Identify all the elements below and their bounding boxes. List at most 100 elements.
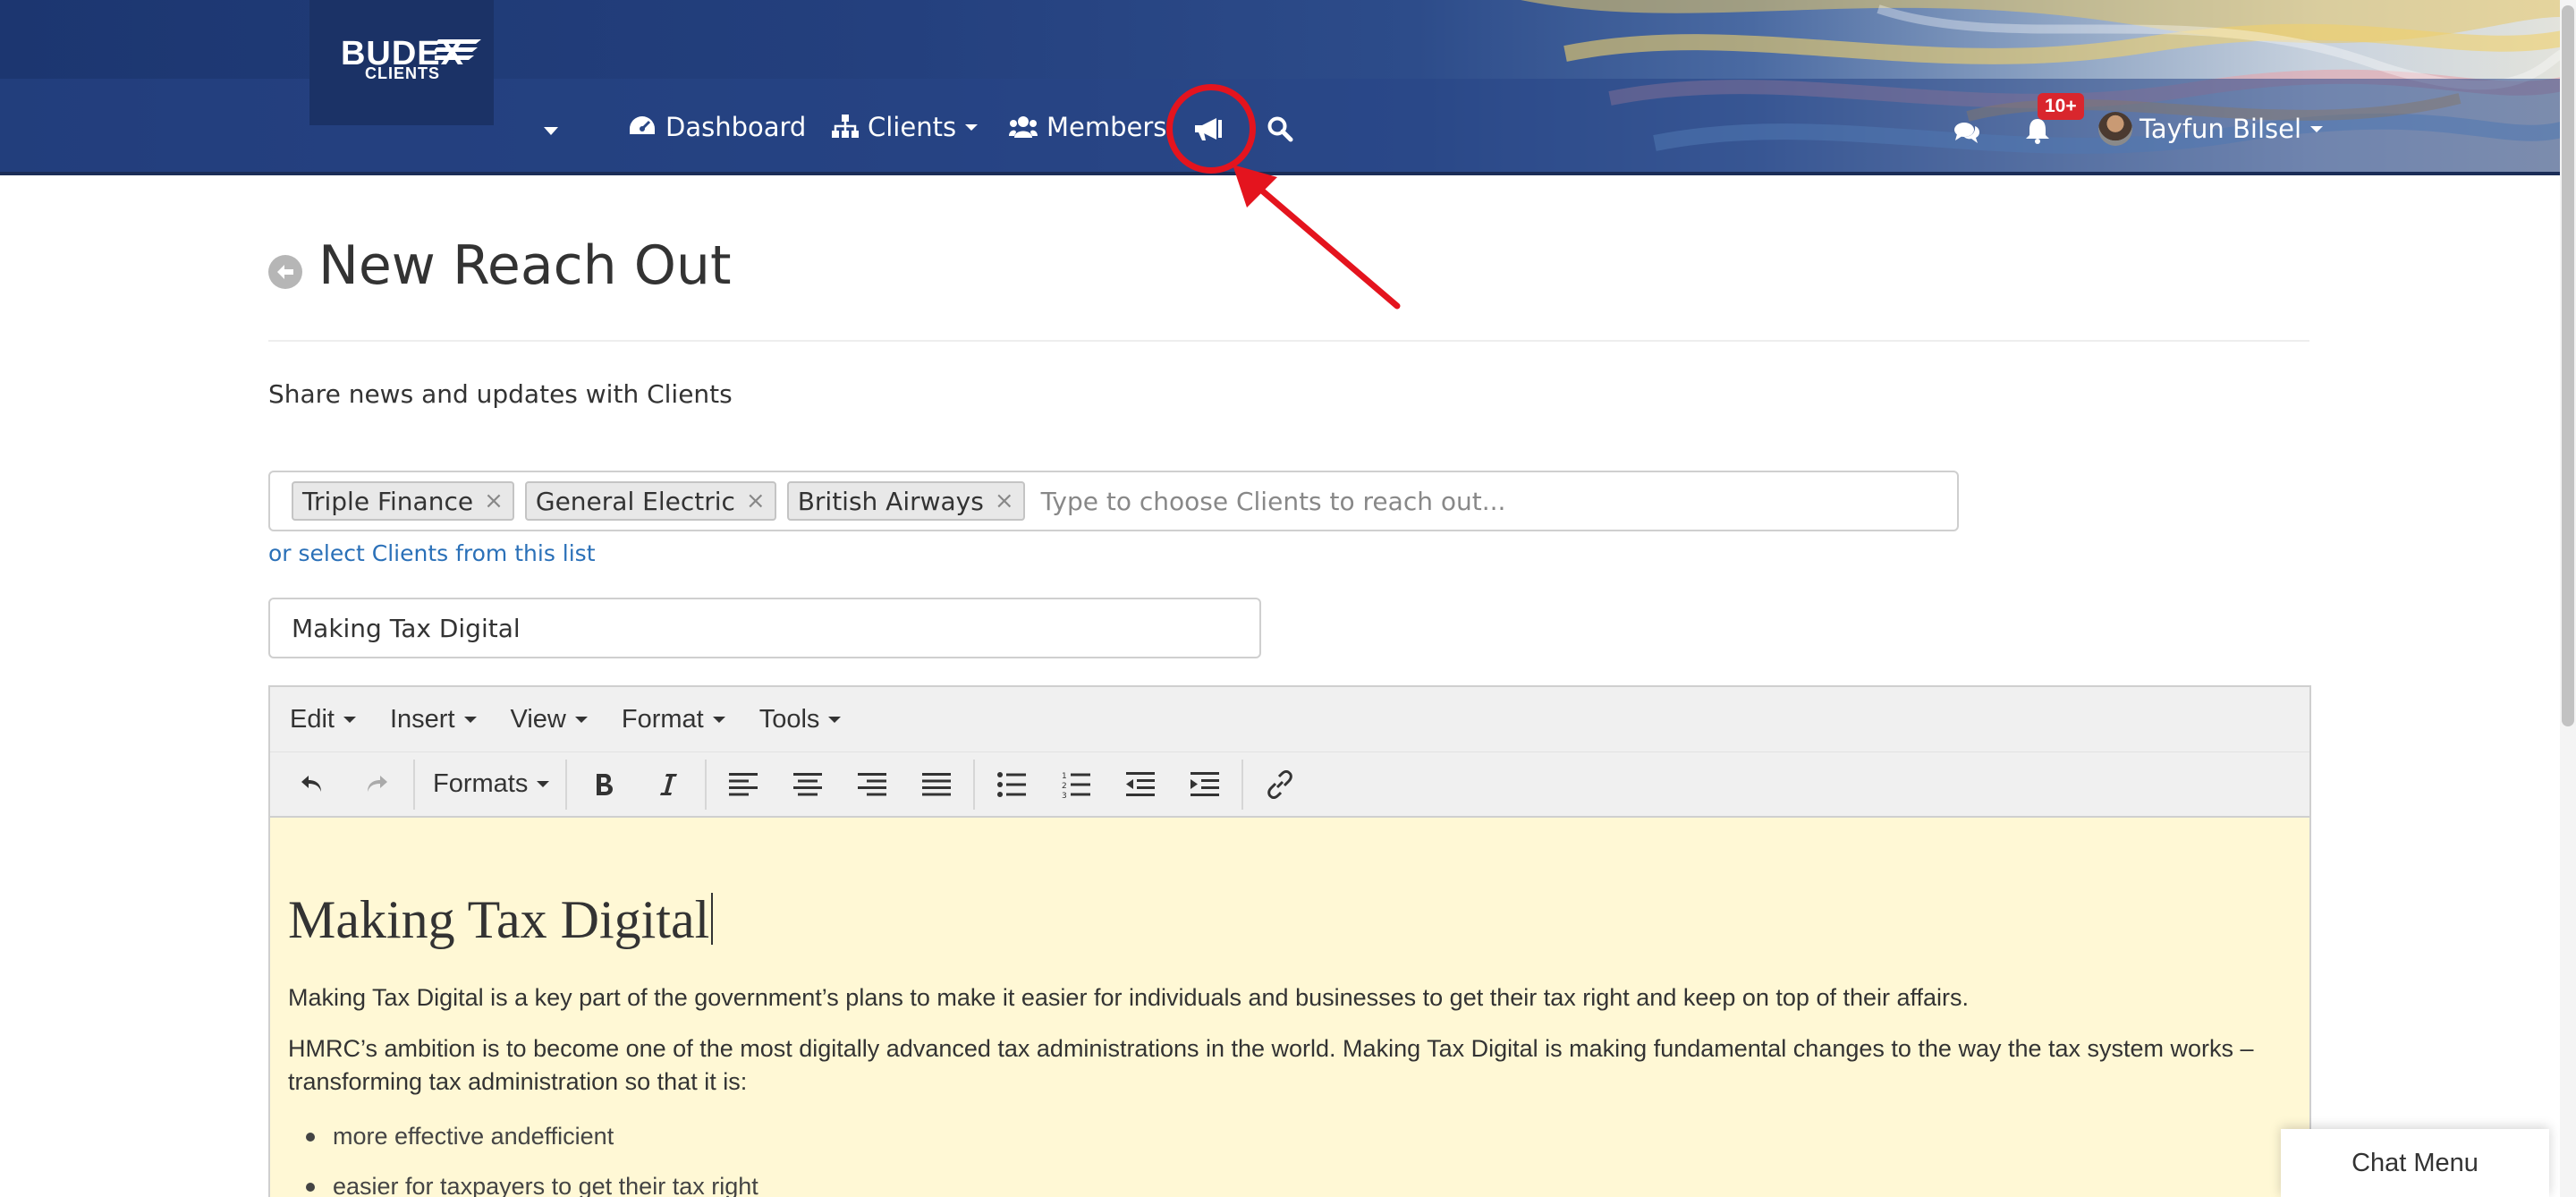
annotation-arrow	[1233, 165, 1401, 310]
align-center-icon	[793, 772, 823, 795]
bold-icon	[597, 773, 614, 795]
chevron-down-icon	[965, 123, 979, 131]
list-item: more effective andefficient	[288, 1111, 758, 1161]
content-heading-text: Making Tax Digital	[288, 890, 710, 949]
chevron-down-icon	[537, 781, 550, 787]
nav-dashboard[interactable]: Dashboard	[628, 107, 806, 147]
indent-button[interactable]	[1181, 760, 1229, 809]
menu-view[interactable]: View	[511, 705, 588, 734]
recipient-tag: British Airways ×	[786, 481, 1025, 521]
editor-toolbar: Formats 123	[270, 751, 2309, 818]
numbered-list-button[interactable]: 123	[1052, 760, 1100, 809]
rich-text-editor: Edit Insert View Format Tools Formats 1 …	[268, 685, 2311, 1197]
menu-edit[interactable]: Edit	[290, 705, 356, 734]
page-subtitle: Share news and updates with Clients	[268, 379, 733, 409]
content-paragraph: HMRC’s ambition is to become one of the …	[288, 1035, 2254, 1095]
chevron-down-icon	[463, 716, 477, 723]
nav-messages-button[interactable]	[1953, 113, 1989, 152]
sitemap-icon	[832, 115, 859, 138]
toolbar-separator	[705, 759, 708, 810]
svg-text:2: 2	[1062, 782, 1067, 791]
italic-button[interactable]	[644, 760, 692, 809]
align-left-icon	[729, 772, 758, 795]
circle-arrow-left-icon[interactable]	[268, 255, 302, 289]
undo-button[interactable]	[288, 760, 336, 809]
insert-link-button[interactable]	[1256, 760, 1304, 809]
align-justify-button[interactable]	[912, 760, 961, 809]
editor-content-area[interactable]: Making Tax Digital Making Tax Digital is…	[270, 818, 2309, 1197]
chat-menu-button[interactable]: Chat Menu	[2281, 1129, 2549, 1197]
remove-tag-icon[interactable]: ×	[995, 488, 1014, 514]
bold-button[interactable]	[580, 760, 628, 809]
svg-text:3: 3	[1062, 792, 1067, 798]
chevron-down-icon	[828, 716, 842, 723]
list-item: easier for taxpayers to get their tax ri…	[288, 1161, 758, 1197]
recipient-tag: General Electric ×	[524, 481, 776, 521]
outdent-button[interactable]	[1116, 760, 1165, 809]
search-icon	[1267, 116, 1293, 142]
recipient-tag: Triple Finance ×	[292, 481, 514, 521]
nav-members[interactable]: Members	[1009, 107, 1166, 147]
bullet-list-icon	[997, 771, 1027, 797]
menu-view-label: View	[510, 704, 566, 734]
editor-menubar: Edit Insert View Format Tools	[270, 687, 2309, 751]
menu-tools[interactable]: Tools	[759, 705, 842, 734]
tachometer-icon	[630, 116, 655, 134]
user-name: Tayfun Bilsel	[2140, 114, 2302, 144]
content-paragraph: Making Tax Digital is a key part of the …	[288, 984, 1970, 1011]
outdent-icon	[1126, 771, 1156, 796]
remove-tag-icon[interactable]: ×	[746, 488, 766, 514]
toolbar-separator	[973, 759, 976, 810]
select-clients-link[interactable]: or select Clients from this list	[268, 540, 596, 566]
recipients-search-input[interactable]: Type to choose Clients to reach out...	[1041, 487, 1506, 516]
toolbar-separator	[413, 759, 415, 810]
menu-format[interactable]: Format	[622, 705, 725, 734]
comments-icon	[1954, 123, 1980, 143]
bell-icon	[2026, 119, 2049, 144]
nav-dropdown-toggle[interactable]	[535, 122, 558, 139]
align-right-button[interactable]	[848, 760, 896, 809]
nav-search-button[interactable]	[1267, 109, 1302, 149]
notifications-badge: 10+	[2038, 93, 2084, 120]
formats-dropdown[interactable]: Formats	[428, 769, 550, 799]
svg-text:1: 1	[1062, 772, 1067, 781]
align-right-icon	[858, 772, 887, 795]
text-cursor	[711, 893, 714, 945]
scrollbar-thumb[interactable]	[2562, 5, 2574, 726]
bullet-list-button[interactable]	[987, 760, 1036, 809]
formats-label: Formats	[433, 769, 529, 798]
subject-input[interactable]: Making Tax Digital	[268, 598, 1261, 658]
content-bullet-list: more effective andefficient easier for t…	[288, 1111, 758, 1197]
remove-tag-icon[interactable]: ×	[484, 488, 504, 514]
chevron-down-icon	[712, 716, 725, 723]
toolbar-separator	[1241, 759, 1244, 810]
menu-format-label: Format	[621, 704, 704, 734]
nav-members-label: Members	[1046, 112, 1167, 142]
content-heading: Making Tax Digital	[288, 889, 714, 951]
annotation-highlight-circle	[1166, 84, 1256, 174]
nav-clients[interactable]: Clients	[832, 107, 979, 147]
recipient-tag-label: General Electric	[535, 486, 735, 516]
nav-user-menu[interactable]: Tayfun Bilsel	[2098, 109, 2324, 149]
align-center-button[interactable]	[784, 760, 832, 809]
menu-insert-label: Insert	[389, 704, 455, 734]
numbered-list-icon: 123	[1062, 772, 1091, 798]
avatar	[2098, 112, 2132, 146]
redo-button[interactable]	[352, 760, 401, 809]
redo-icon	[368, 775, 387, 792]
nav-dashboard-label: Dashboard	[665, 112, 807, 142]
link-icon	[1267, 769, 1293, 799]
page-header: New Reach Out	[268, 234, 731, 297]
recipient-tag-label: Triple Finance	[302, 486, 474, 516]
toolbar-separator	[565, 759, 568, 810]
chevron-down-icon	[2310, 125, 2324, 132]
italic-icon	[660, 773, 678, 795]
recipients-tag-input[interactable]: Triple Finance × General Electric × Brit…	[268, 471, 1959, 531]
align-left-button[interactable]	[719, 760, 767, 809]
undo-icon	[301, 775, 321, 792]
menu-edit-label: Edit	[290, 704, 335, 734]
menu-insert[interactable]: Insert	[390, 705, 477, 734]
menu-tools-label: Tools	[758, 704, 820, 734]
align-justify-icon	[922, 772, 952, 795]
brand-sub: CLIENTS	[364, 64, 440, 82]
